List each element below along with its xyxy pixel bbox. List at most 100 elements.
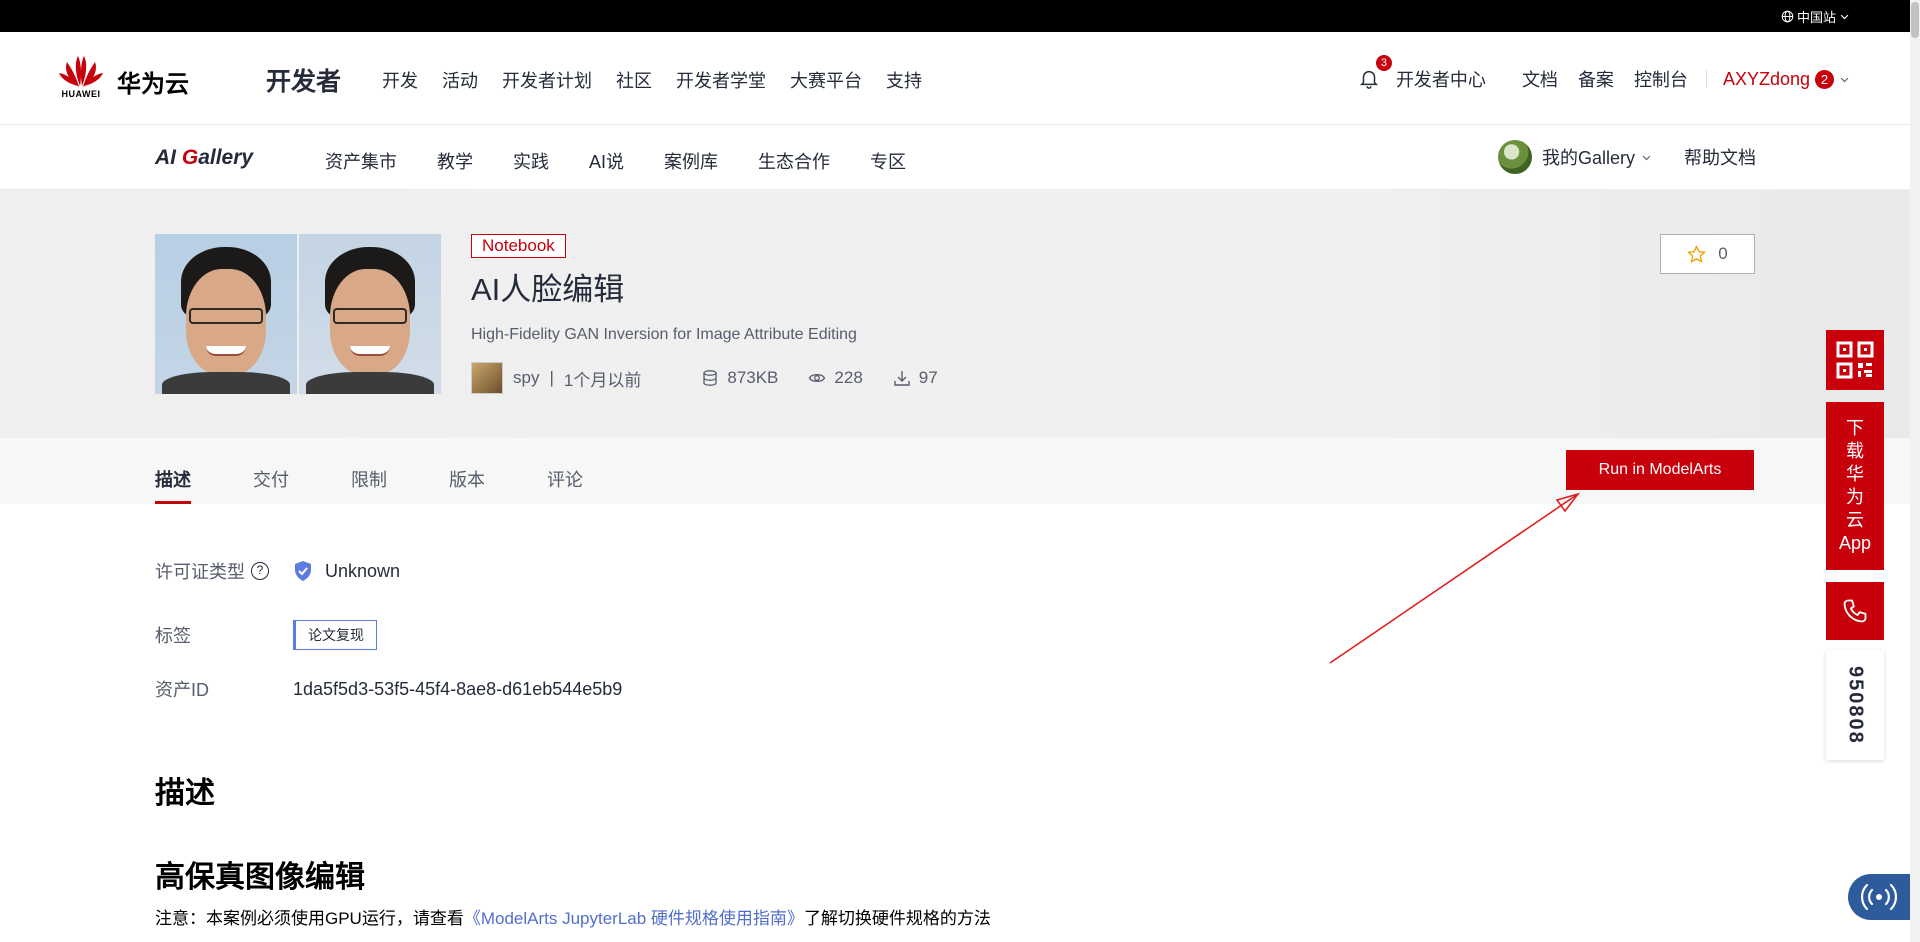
- asset-id-value: 1da5f5d3-53f5-45f4-8ae8-d61eb544e5b9: [293, 678, 623, 699]
- license-label-wrap: 许可证类型 ?: [155, 558, 293, 584]
- huawei-cloud-logo[interactable]: HUAWEI 华为云: [57, 54, 189, 99]
- gallery-nav-practice[interactable]: 实践: [513, 148, 549, 174]
- gallery-nav-teaching[interactable]: 教学: [437, 148, 473, 174]
- gallery-nav-links: 资产集市 教学 实践 AI说 案例库 生态合作 专区: [325, 148, 906, 174]
- gallery-nav: AI Gallery 资产集市 教学 实践 AI说 案例库 生态合作 专区 我的…: [0, 126, 1910, 190]
- tab-delivery[interactable]: 交付: [253, 466, 289, 504]
- site-switch[interactable]: 中国站: [1781, 7, 1850, 26]
- broadcast-icon: [1860, 883, 1898, 911]
- gallery-nav-right: 我的Gallery 帮助文档: [1497, 140, 1756, 174]
- hardware-guide-link[interactable]: 《ModelArts JupyterLab 硬件规格使用指南》: [464, 909, 804, 928]
- asset-subtitle: High-Fidelity GAN Inversion for Image At…: [471, 326, 857, 343]
- download-app-button[interactable]: 下 载 华 为 云 App: [1826, 402, 1884, 570]
- page-scrollbar[interactable]: [1910, 0, 1920, 942]
- note-prefix: 注意：本案例必须使用GPU运行，请查看: [155, 909, 464, 928]
- nav-item-dev-program[interactable]: 开发者计划: [502, 67, 592, 93]
- nav-item-community[interactable]: 社区: [616, 67, 652, 93]
- main-nav: HUAWEI 华为云 开发者 开发 活动 开发者计划 社区 开发者学堂 大赛平台…: [0, 32, 1910, 125]
- nav-item-develop[interactable]: 开发: [382, 67, 418, 93]
- phone-button[interactable]: [1826, 582, 1884, 640]
- license-label: 许可证类型: [155, 562, 245, 582]
- username: AXYZdong: [1722, 68, 1810, 89]
- publish-time: 1个月以前: [563, 370, 642, 390]
- header-right: 3 开发者中心 文档 备案 控制台 AXYZdong 2: [1358, 55, 1850, 92]
- notification-bell[interactable]: 3: [1358, 55, 1392, 91]
- meta-separator: |: [549, 368, 554, 387]
- description-heading: 描述: [155, 777, 215, 810]
- views-stat: 228: [808, 368, 863, 388]
- gallery-nav-ecosystem[interactable]: 生态合作: [758, 148, 830, 174]
- gpu-note: 注意：本案例必须使用GPU运行，请查看《ModelArts JupyterLab…: [155, 904, 991, 929]
- license-value: Unknown: [325, 560, 401, 581]
- live-broadcast-button[interactable]: [1848, 874, 1910, 920]
- author-avatar[interactable]: [471, 362, 503, 394]
- qr-code-icon: [1836, 341, 1874, 379]
- site-switch-label: 中国站: [1796, 10, 1836, 25]
- scrollbar-thumb[interactable]: [1911, 2, 1919, 38]
- downloads-value: 97: [918, 368, 938, 387]
- chevron-down-icon: [1840, 77, 1849, 82]
- page-title: AI人脸编辑: [471, 272, 625, 307]
- section-heading: 高保真图像编辑: [155, 861, 365, 894]
- tags-row: 标签 论文复现: [155, 620, 377, 650]
- author-name[interactable]: spy: [513, 368, 539, 388]
- hotline-value: 950808: [1844, 665, 1867, 745]
- tab-description[interactable]: 描述: [155, 466, 191, 504]
- gallery-nav-market[interactable]: 资产集市: [325, 148, 397, 174]
- qr-code-button[interactable]: [1826, 330, 1884, 390]
- tags-label: 标签: [155, 626, 191, 646]
- size-value: 873KB: [727, 368, 779, 387]
- filing-link[interactable]: 备案: [1578, 66, 1614, 92]
- docs-link[interactable]: 文档: [1522, 66, 1558, 92]
- download-app-char: 下: [1846, 418, 1864, 438]
- tag-chip[interactable]: 论文复现: [293, 620, 377, 650]
- star-button[interactable]: 0: [1660, 234, 1755, 274]
- eye-icon: [809, 373, 826, 383]
- tab-versions[interactable]: 版本: [449, 466, 485, 504]
- asset-id-row: 资产ID 1da5f5d3-53f5-45f4-8ae8-d61eb544e5b…: [155, 676, 622, 702]
- download-app-char: 为: [1846, 487, 1864, 507]
- logo-g: G: [181, 146, 199, 169]
- help-docs-link[interactable]: 帮助文档: [1684, 144, 1756, 170]
- notification-count: 3: [1375, 55, 1392, 71]
- gallery-nav-cases[interactable]: 案例库: [664, 148, 718, 174]
- nav-item-events[interactable]: 活动: [442, 67, 478, 93]
- nav-item-academy[interactable]: 开发者学堂: [676, 67, 766, 93]
- avatar[interactable]: [1497, 140, 1532, 174]
- shield-check-icon: [295, 561, 311, 581]
- ai-gallery-logo[interactable]: AI Gallery: [155, 146, 253, 170]
- logo-text: 华为云: [117, 71, 189, 98]
- my-gallery-menu[interactable]: 我的Gallery: [1542, 144, 1652, 170]
- license-row: 许可证类型 ? Unknown: [155, 558, 400, 584]
- dev-center-link[interactable]: 开发者中心: [1396, 66, 1486, 92]
- globe-icon: [1781, 10, 1794, 23]
- tab-restrictions[interactable]: 限制: [351, 466, 387, 504]
- downloads-stat: 97: [893, 368, 938, 388]
- console-link[interactable]: 控制台: [1634, 66, 1688, 92]
- nav-item-support[interactable]: 支持: [886, 67, 922, 93]
- download-app-char: App: [1838, 533, 1872, 553]
- license-value-wrap: Unknown: [293, 560, 400, 582]
- asset-header: Notebook AI人脸编辑 High-Fidelity GAN Invers…: [0, 190, 1910, 438]
- huawei-logo-mark: HUAWEI: [57, 54, 105, 99]
- asset-id-label: 资产ID: [155, 680, 209, 700]
- asset-thumbnail: [155, 234, 441, 394]
- star-count: 0: [1718, 244, 1728, 263]
- type-badge: Notebook: [471, 234, 566, 258]
- run-in-modelarts-button[interactable]: Run in ModelArts: [1566, 450, 1754, 490]
- tab-comments[interactable]: 评论: [547, 466, 583, 504]
- asset-meta: spy | 1个月以前 873KB 228 97: [471, 362, 938, 394]
- user-menu[interactable]: AXYZdong 2: [1723, 69, 1850, 90]
- section-title[interactable]: 开发者: [266, 62, 341, 98]
- nav-item-contests[interactable]: 大赛平台: [790, 67, 862, 93]
- download-app-char: 云: [1846, 510, 1864, 530]
- hotline-number: 950808: [1826, 650, 1884, 760]
- phone-icon: [1843, 599, 1867, 623]
- chevron-down-icon: [1642, 155, 1651, 160]
- gallery-nav-ai-talk[interactable]: AI说: [589, 148, 624, 174]
- help-icon[interactable]: ?: [251, 562, 269, 580]
- note-suffix: 了解切换硬件规格的方法: [803, 909, 991, 928]
- gallery-nav-zone[interactable]: 专区: [870, 148, 906, 174]
- download-app-char: 载: [1846, 441, 1864, 461]
- tabs: 描述 交付 限制 版本 评论: [155, 466, 583, 504]
